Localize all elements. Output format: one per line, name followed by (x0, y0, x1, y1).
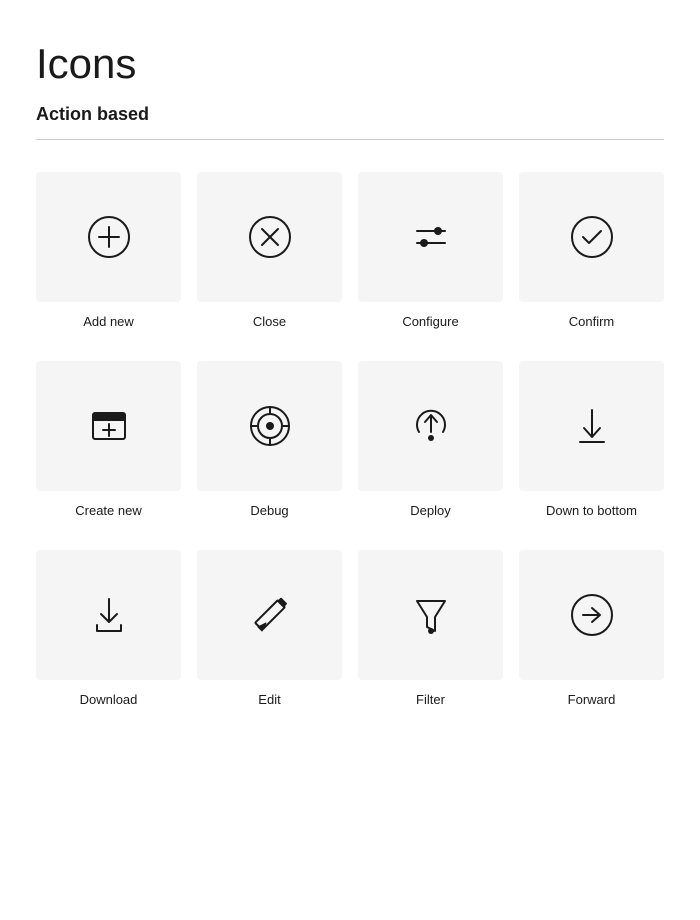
configure-icon (405, 211, 457, 263)
section-title: Action based (36, 104, 664, 125)
debug-label: Debug (250, 503, 288, 518)
forward-icon (566, 589, 618, 641)
add-new-icon-box (36, 172, 181, 302)
download-label: Download (80, 692, 138, 707)
configure-label: Configure (402, 314, 458, 329)
add-new-icon (83, 211, 135, 263)
deploy-label: Deploy (410, 503, 450, 518)
close-icon (244, 211, 296, 263)
section-divider (36, 139, 664, 140)
forward-cell: Forward (519, 550, 664, 707)
icon-row-3: Download Edit (36, 550, 664, 707)
create-new-icon-box (36, 361, 181, 491)
down-to-bottom-icon-box (519, 361, 664, 491)
edit-icon (244, 589, 296, 641)
configure-cell: Configure (358, 172, 503, 329)
debug-icon-box (197, 361, 342, 491)
debug-cell: Debug (197, 361, 342, 518)
create-new-icon (83, 400, 135, 452)
forward-icon-box (519, 550, 664, 680)
edit-label: Edit (258, 692, 280, 707)
close-label: Close (253, 314, 286, 329)
filter-icon (405, 589, 457, 641)
create-new-cell: Create new (36, 361, 181, 518)
page-title: Icons (36, 40, 664, 88)
confirm-icon-box (519, 172, 664, 302)
down-to-bottom-cell: Down to bottom (519, 361, 664, 518)
icon-row-1: Add new Close (36, 172, 664, 329)
page-container: Icons Action based Add new (0, 0, 700, 779)
confirm-cell: Confirm (519, 172, 664, 329)
edit-cell: Edit (197, 550, 342, 707)
deploy-icon (405, 400, 457, 452)
deploy-icon-box (358, 361, 503, 491)
download-icon-box (36, 550, 181, 680)
down-to-bottom-icon (566, 400, 618, 452)
filter-label: Filter (416, 692, 445, 707)
filter-icon-box (358, 550, 503, 680)
edit-icon-box (197, 550, 342, 680)
deploy-cell: Deploy (358, 361, 503, 518)
filter-cell: Filter (358, 550, 503, 707)
forward-label: Forward (568, 692, 616, 707)
close-icon-box (197, 172, 342, 302)
down-to-bottom-label: Down to bottom (546, 503, 637, 518)
debug-icon (244, 400, 296, 452)
add-new-cell: Add new (36, 172, 181, 329)
close-cell: Close (197, 172, 342, 329)
icon-row-2: Create new Debug (36, 361, 664, 518)
confirm-label: Confirm (569, 314, 615, 329)
confirm-icon (566, 211, 618, 263)
create-new-label: Create new (75, 503, 141, 518)
configure-icon-box (358, 172, 503, 302)
download-cell: Download (36, 550, 181, 707)
download-icon (83, 589, 135, 641)
add-new-label: Add new (83, 314, 134, 329)
